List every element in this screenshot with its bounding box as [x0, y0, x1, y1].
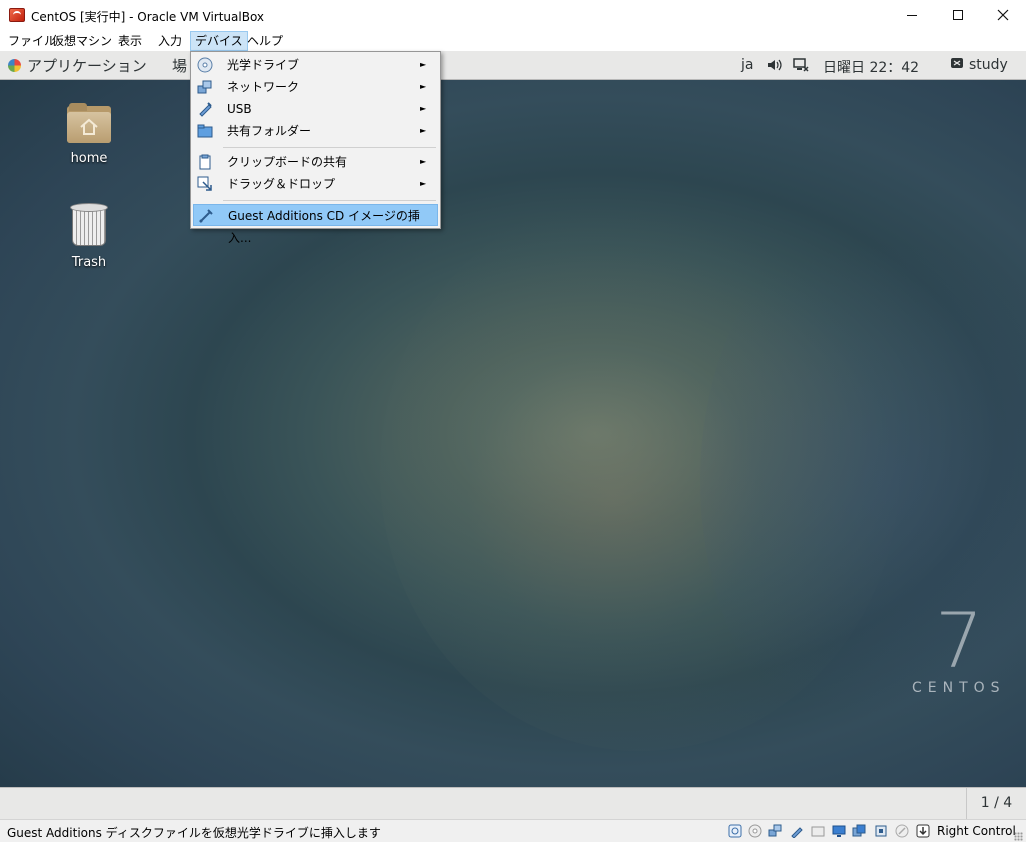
- home-folder-icon: [67, 103, 111, 143]
- centos-version-logo: 7: [935, 596, 984, 685]
- menu-item-drag-and-drop[interactable]: ドラッグ＆ドロップ ►: [193, 173, 438, 195]
- shared-folder-icon: [197, 124, 213, 138]
- mouse-integration-icon[interactable]: [895, 824, 909, 838]
- menu-item-shared-folders[interactable]: 共有フォルダー ►: [193, 120, 438, 142]
- optical-disk-icon[interactable]: [748, 824, 762, 838]
- applications-menu[interactable]: アプリケーション: [8, 55, 147, 76]
- close-icon: [997, 9, 1009, 21]
- desktop-icon-home[interactable]: home: [44, 103, 134, 166]
- recording-icon[interactable]: [852, 824, 866, 838]
- applications-icon: [8, 59, 21, 72]
- maximize-button[interactable]: [935, 0, 981, 30]
- trash-icon: [70, 203, 108, 247]
- submenu-arrow-icon: ►: [420, 104, 427, 113]
- host-key-icon[interactable]: [916, 824, 930, 838]
- guest-additions-icon: [199, 209, 213, 223]
- desktop-icon-trash[interactable]: Trash: [44, 203, 134, 270]
- menu-item-shared-clipboard[interactable]: クリップボードの共有 ►: [193, 151, 438, 173]
- minimize-button[interactable]: [889, 0, 935, 30]
- maximize-icon: [953, 10, 963, 20]
- menu-devices[interactable]: デバイス: [190, 31, 248, 51]
- menu-separator: [223, 200, 436, 201]
- clipboard-icon: [199, 154, 211, 170]
- menu-item-optical-drive[interactable]: 光学ドライブ ►: [193, 54, 438, 76]
- menu-help[interactable]: ヘルプ: [243, 31, 287, 51]
- menu-item-insert-guest-additions[interactable]: Guest Additions CD イメージの挿入...: [193, 204, 438, 245]
- display-icon[interactable]: [832, 824, 846, 838]
- vbox-menubar: ファイル 仮想マシン 表示 入力 デバイス ヘルプ: [0, 30, 1026, 51]
- clock[interactable]: 日曜日 22：42: [823, 57, 919, 77]
- minimize-icon: [907, 14, 917, 16]
- menu-machine[interactable]: 仮想マシン: [48, 31, 116, 51]
- usb-icon: [199, 102, 212, 117]
- cpu-icon[interactable]: [874, 824, 888, 838]
- volume-icon[interactable]: [766, 57, 782, 73]
- submenu-arrow-icon: ►: [420, 157, 427, 166]
- gnome-bottom-bar: 1 / 4: [0, 787, 1026, 820]
- workspace-indicator[interactable]: 1 / 4: [966, 788, 1026, 820]
- network-adapter-icon: [197, 80, 212, 94]
- resize-grip-icon[interactable]: [1014, 832, 1023, 841]
- vbox-statusbar: Guest Additions ディスクファイルを仮想光学ドライブに挿入します …: [0, 819, 1026, 842]
- menu-input[interactable]: 入力: [154, 31, 186, 51]
- user-menu[interactable]: study: [969, 57, 1008, 73]
- centos-wordmark: CENTOS: [912, 680, 1006, 696]
- guest-display[interactable]: アプリケーション 場 ja 日曜日 22：42 study home Trash…: [0, 51, 1026, 787]
- status-message: Guest Additions ディスクファイルを仮想光学ドライブに挿入します: [7, 826, 381, 840]
- desktop-icon-label: home: [70, 151, 108, 166]
- menu-view[interactable]: 表示: [114, 31, 146, 51]
- host-key-label: Right Control: [937, 824, 1016, 838]
- submenu-arrow-icon: ►: [420, 126, 427, 135]
- optical-drive-icon: [197, 57, 213, 73]
- devices-menu: 光学ドライブ ► ネットワーク ► USB ► 共有フォルダー ► クリップボー…: [190, 51, 441, 245]
- window-titlebar: CentOS [実行中] - Oracle VM VirtualBox: [0, 0, 1026, 30]
- desktop-icon-label: Trash: [71, 255, 107, 270]
- menu-item-network[interactable]: ネットワーク ►: [193, 76, 438, 98]
- submenu-arrow-icon: ►: [420, 60, 427, 69]
- usb-icon[interactable]: [790, 824, 804, 838]
- places-menu[interactable]: 場: [172, 55, 187, 76]
- menu-item-usb[interactable]: USB ►: [193, 98, 438, 120]
- network-icon[interactable]: [793, 57, 809, 73]
- applications-label: アプリケーション: [27, 57, 147, 75]
- network-icon[interactable]: [768, 824, 782, 838]
- hard-disk-icon[interactable]: [728, 824, 742, 838]
- gnome-top-bar: アプリケーション 場 ja 日曜日 22：42 study: [0, 51, 1026, 80]
- input-language[interactable]: ja: [741, 57, 753, 73]
- menu-separator: [223, 147, 436, 148]
- window-title: CentOS [実行中] - Oracle VM VirtualBox: [31, 10, 265, 24]
- drag-drop-icon: [197, 176, 212, 191]
- shared-folders-icon[interactable]: [811, 824, 825, 838]
- virtualbox-app-icon: [9, 8, 25, 22]
- user-icon: [951, 58, 963, 68]
- close-button[interactable]: [980, 0, 1026, 30]
- submenu-arrow-icon: ►: [420, 179, 427, 188]
- submenu-arrow-icon: ►: [420, 82, 427, 91]
